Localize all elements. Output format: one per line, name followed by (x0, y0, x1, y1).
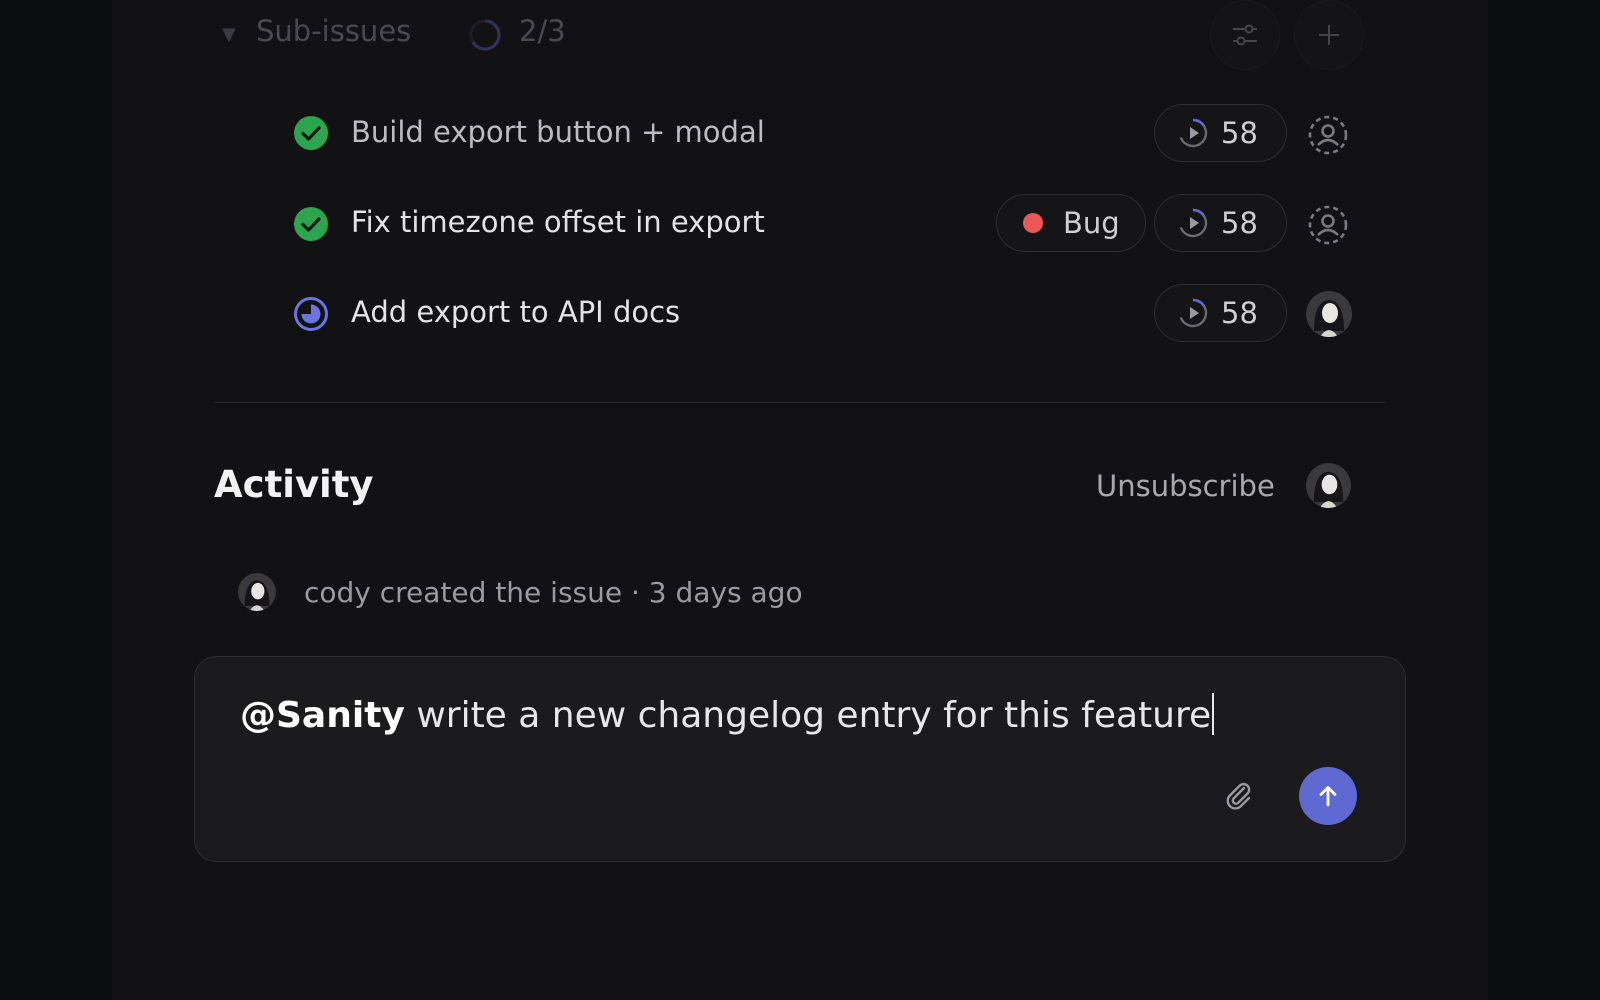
user-avatar-icon (238, 573, 276, 611)
estimate-pill[interactable]: 58 (1154, 104, 1287, 162)
comment-input[interactable]: @Sanity write a new changelog entry for … (240, 693, 1215, 736)
mention-chip[interactable]: @Sanity (240, 695, 405, 736)
plus-icon (1319, 25, 1339, 45)
comment-text: write a new changelog entry for this fea… (404, 695, 1212, 736)
activity-title: Activity (214, 463, 374, 506)
estimate-pill[interactable]: 58 (1154, 194, 1287, 252)
filter-button[interactable] (1210, 0, 1280, 70)
unassigned-icon[interactable] (1307, 114, 1349, 156)
filter-icon (1233, 24, 1257, 46)
check-circle-icon (294, 207, 328, 241)
avatar (238, 573, 276, 611)
estimate-icon (1179, 118, 1208, 148)
user-avatar-icon (1306, 463, 1351, 508)
estimate-icon (1179, 208, 1208, 238)
sub-issues-progress: 2/3 (519, 14, 566, 48)
in-progress-icon (294, 297, 328, 331)
subscriber-avatar[interactable] (1306, 463, 1351, 508)
avatar[interactable] (1306, 291, 1352, 337)
estimate-value: 58 (1221, 116, 1258, 150)
comment-composer[interactable] (194, 656, 1406, 862)
add-sub-issue-button[interactable] (1294, 0, 1364, 70)
estimate-pill[interactable]: 58 (1154, 284, 1287, 342)
label-pill[interactable]: Bug (996, 194, 1146, 252)
activity-event-text: cody created the issue · 3 days ago (304, 576, 803, 609)
chevron-down-icon[interactable]: ▼ (222, 24, 236, 45)
send-button[interactable] (1299, 767, 1357, 825)
estimate-value: 58 (1221, 206, 1258, 240)
arrow-up-icon (1319, 786, 1337, 807)
estimate-icon (1179, 298, 1208, 328)
attach-icon[interactable] (1222, 779, 1256, 813)
sub-issue-title[interactable]: Fix timezone offset in export (351, 205, 765, 239)
sub-issue-title[interactable]: Add export to API docs (351, 295, 680, 329)
sub-issue-title[interactable]: Build export button + modal (351, 115, 765, 149)
label-text: Bug (1063, 206, 1120, 240)
estimate-value: 58 (1221, 296, 1258, 330)
unsubscribe-button[interactable]: Unsubscribe (1096, 469, 1275, 503)
check-circle-icon (294, 116, 328, 150)
unassigned-icon[interactable] (1307, 204, 1349, 246)
section-divider (214, 402, 1386, 403)
user-avatar-icon (1306, 291, 1352, 337)
label-color-dot (1023, 213, 1043, 233)
text-cursor (1212, 693, 1215, 735)
progress-ring-icon (469, 19, 501, 51)
sub-issues-title[interactable]: Sub-issues (256, 14, 411, 48)
